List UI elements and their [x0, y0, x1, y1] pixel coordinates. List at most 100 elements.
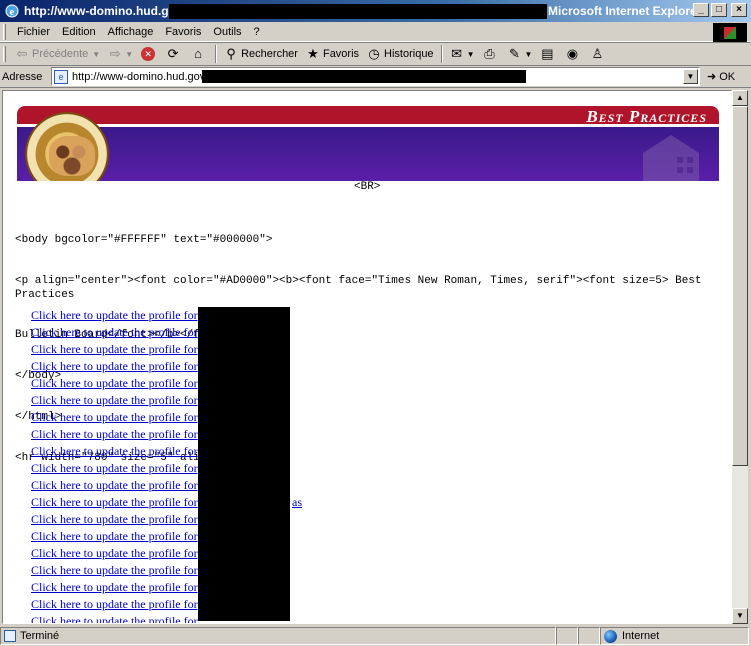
update-profile-link[interactable]: Click here to update the profile for [31, 376, 198, 390]
update-profile-link[interactable]: Click here to update the profile for [31, 478, 198, 492]
address-input[interactable]: e http://www-domino.hud.gov/ ▼ [51, 67, 700, 86]
back-button[interactable]: ⇦ Précédente ▼ [11, 43, 104, 65]
forward-arrow-icon: ⇨ [109, 46, 121, 61]
search-label: Rechercher [241, 48, 298, 60]
code-line: <body bgcolor="#FFFFFF" text="#000000"> [15, 234, 273, 247]
history-label: Historique [384, 48, 434, 60]
page-done-icon [4, 630, 16, 642]
history-button[interactable]: ◷ Historique [363, 43, 438, 65]
maximize-button[interactable]: □ [711, 3, 727, 17]
print-icon: ⎙ [484, 46, 495, 61]
status-bar: Terminé Internet [0, 626, 751, 646]
go-arrow-icon: ➜ [707, 71, 717, 83]
status-pane [556, 627, 578, 645]
window-title-app: Microsoft Internet Explorer [548, 4, 702, 18]
status-text: Terminé [20, 630, 60, 642]
status-pane [578, 627, 600, 645]
mail-icon: ✉ [451, 46, 463, 61]
toolbar-separator [440, 45, 443, 63]
history-icon: ◷ [368, 46, 380, 61]
update-profile-link[interactable]: Click here to update the profile for [31, 512, 198, 526]
close-button[interactable]: × [731, 3, 747, 17]
address-dropdown-button[interactable]: ▼ [683, 69, 698, 84]
menu-outils[interactable]: Outils [207, 26, 247, 38]
menu-fichier[interactable]: Fichier [11, 26, 56, 38]
menu-edition[interactable]: Edition [56, 26, 102, 38]
favorites-button[interactable]: ★ Favoris [302, 43, 363, 65]
toolbar-separator [215, 45, 218, 63]
print-button[interactable]: ⎙ [478, 43, 503, 65]
menu-affichage[interactable]: Affichage [102, 26, 160, 38]
chevron-down-icon: ▼ [524, 49, 533, 59]
update-profile-link[interactable]: Click here to update the profile for [31, 614, 198, 623]
windows-logo-icon [724, 27, 736, 39]
search-icon: ⚲ [226, 46, 236, 61]
address-label: Adresse [2, 70, 43, 83]
menu-help[interactable]: ? [248, 26, 266, 38]
children-photo [49, 136, 95, 176]
link-suffix-text[interactable]: as [292, 494, 302, 511]
scroll-thumb[interactable] [732, 106, 748, 466]
update-profile-link[interactable]: Click here to update the profile for [31, 563, 198, 577]
update-profile-link[interactable]: Click here to update the profile for [31, 529, 198, 543]
update-profile-link[interactable]: Click here to update the profile for [31, 308, 198, 322]
mail-button[interactable]: ✉ ▼ [446, 43, 479, 65]
go-button[interactable]: ➜ OK [707, 67, 735, 86]
page-icon: e [54, 69, 68, 84]
forward-button[interactable]: ⇨ ▼ [104, 43, 137, 65]
home-button[interactable]: ⌂ [187, 43, 212, 65]
address-bar: Adresse e http://www-domino.hud.gov/ ▼ ➜… [0, 66, 751, 88]
redaction-block [202, 70, 526, 83]
redaction-block [198, 307, 290, 621]
redaction-block [169, 4, 547, 19]
update-profile-link[interactable]: Click here to update the profile for [31, 580, 198, 594]
update-profile-link[interactable]: Click here to update the profile for [31, 342, 198, 356]
messenger-button[interactable]: ♙ [586, 43, 611, 65]
update-profile-link[interactable]: Click here to update the profile for [31, 410, 198, 424]
menu-bar: Fichier Edition Affichage Favoris Outils… [0, 22, 751, 43]
br-tag-text: <BR> [354, 181, 381, 193]
messenger-icon: ♙ [591, 46, 604, 61]
research-icon: ◉ [566, 46, 579, 61]
update-profile-link[interactable]: Click here to update the profile for [31, 597, 198, 611]
edit-button[interactable]: ✎ ▼ [503, 43, 536, 65]
update-profile-link[interactable]: Click here to update the profile for [31, 461, 198, 475]
building-better-tomorrow-seal [25, 112, 109, 181]
stop-icon: ✕ [141, 47, 156, 61]
menu-favoris[interactable]: Favoris [159, 26, 207, 38]
standard-toolbar: ⇦ Précédente ▼ ⇨ ▼ ✕ ⟳ ⌂ ⚲ Rechercher ★ … [0, 42, 751, 66]
update-profile-link[interactable]: Click here to update the profile for [31, 325, 198, 339]
update-profile-link[interactable]: Click here to update the profile for [31, 427, 198, 441]
home-icon: ⌂ [194, 46, 203, 61]
house-icon [643, 135, 699, 181]
page-viewport[interactable]: Best Practices <BR> <body bgcolor="#FFFF… [2, 90, 732, 624]
update-profile-link[interactable]: Click here to update the profile for [31, 495, 198, 509]
internet-globe-icon [604, 629, 617, 643]
discuss-button[interactable]: ▤ [536, 43, 561, 65]
address-url: http://www-domino.hud.gov/ [72, 70, 209, 83]
scroll-up-button[interactable]: ▲ [732, 90, 748, 106]
update-profile-link[interactable]: Click here to update the profile for [31, 359, 198, 373]
stop-button[interactable]: ✕ [137, 43, 162, 65]
svg-text:e: e [10, 6, 15, 18]
edit-icon: ✎ [509, 46, 520, 61]
update-profile-link[interactable]: Click here to update the profile for [31, 393, 198, 407]
discuss-icon: ▤ [541, 46, 554, 61]
banner-title: Best Practices [586, 107, 707, 126]
toolbar-grip [3, 23, 6, 40]
vertical-scrollbar[interactable]: ▲ ▼ [732, 90, 748, 624]
update-profile-link[interactable]: Click here to update the profile for [31, 546, 198, 560]
minimize-button[interactable]: _ [693, 3, 709, 17]
code-line: <p align="center"><font color="#AD0000">… [15, 274, 709, 301]
research-button[interactable]: ◉ [561, 43, 586, 65]
go-label: OK [719, 70, 736, 83]
search-button[interactable]: ⚲ Rechercher [220, 43, 302, 65]
security-zone-pane: Internet [600, 627, 749, 645]
chevron-down-icon: ▼ [466, 49, 475, 59]
refresh-button[interactable]: ⟳ [162, 43, 187, 65]
update-profile-link[interactable]: Click here to update the profile for [31, 444, 198, 458]
scroll-down-button[interactable]: ▼ [732, 608, 748, 624]
best-practices-banner: Best Practices [17, 106, 719, 181]
zone-text: Internet [622, 630, 660, 642]
refresh-icon: ⟳ [167, 46, 179, 61]
